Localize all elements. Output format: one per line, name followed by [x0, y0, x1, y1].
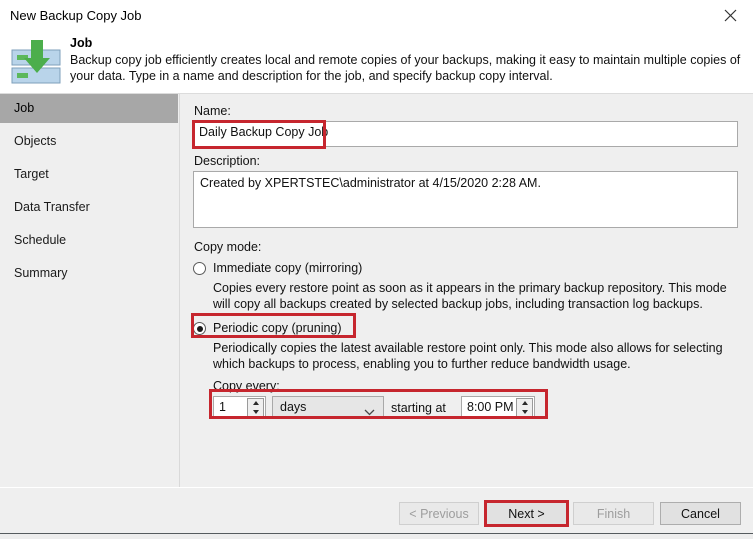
sidebar-item-job[interactable]: Job — [0, 94, 178, 123]
next-button[interactable]: Next > — [486, 502, 567, 525]
periodic-copy-label: Periodic copy (pruning) — [213, 321, 342, 335]
chevron-down-icon[interactable] — [364, 405, 375, 419]
description-input[interactable]: Created by XPERTSTEC\administrator at 4/… — [193, 171, 738, 228]
window-titlebar: New Backup Copy Job — [0, 0, 753, 31]
copy-interval-unit-select[interactable]: days — [272, 396, 384, 419]
previous-button[interactable]: < Previous — [399, 502, 479, 525]
job-settings-pane: Name: Daily Backup Copy Job Description:… — [180, 94, 753, 487]
copy-mode-label: Copy mode: — [194, 240, 262, 254]
start-time-spin-buttons[interactable] — [516, 398, 533, 417]
backup-copy-job-icon — [10, 39, 68, 85]
starting-at-label: starting at — [391, 401, 446, 415]
cancel-button[interactable]: Cancel — [660, 502, 741, 525]
start-time-value: 8:00 PM — [467, 400, 514, 414]
description-label: Description: — [194, 154, 260, 168]
immediate-copy-label: Immediate copy (mirroring) — [213, 261, 363, 275]
sidebar-item-data-transfer[interactable]: Data Transfer — [0, 193, 178, 222]
start-time-stepper[interactable]: 8:00 PM — [461, 396, 535, 419]
start-time-spin-up-icon[interactable] — [517, 399, 532, 408]
start-time-spin-down-icon[interactable] — [517, 408, 532, 417]
copy-interval-unit-value: days — [280, 400, 307, 414]
finish-button[interactable]: Finish — [573, 502, 654, 525]
copy-interval-value: 1 — [219, 400, 226, 414]
name-label: Name: — [194, 104, 231, 118]
name-input[interactable]: Daily Backup Copy Job — [193, 121, 738, 147]
periodic-copy-help: Periodically copies the latest available… — [213, 341, 723, 371]
sidebar-item-target[interactable]: Target — [0, 160, 178, 189]
copy-every-label: Copy every: — [213, 379, 280, 393]
window-title: New Backup Copy Job — [10, 8, 142, 23]
wizard-steps-sidebar: Job Objects Target Data Transfer Schedul… — [0, 94, 180, 487]
sidebar-item-schedule[interactable]: Schedule — [0, 226, 178, 255]
close-icon[interactable] — [707, 0, 753, 31]
immediate-copy-radio[interactable] — [193, 262, 206, 275]
wizard-header: Job Backup copy job efficiently creates … — [0, 31, 753, 93]
periodic-copy-radio[interactable] — [193, 322, 206, 335]
sidebar-item-objects[interactable]: Objects — [0, 127, 178, 156]
periodic-copy-radio-dot — [196, 325, 203, 332]
copy-interval-spin-up-icon[interactable] — [248, 399, 263, 408]
desktop-taskbar-edge — [0, 533, 753, 539]
copy-interval-spin-down-icon[interactable] — [248, 408, 263, 417]
copy-interval-spin-buttons[interactable] — [247, 398, 264, 417]
header-description: Backup copy job efficiently creates loca… — [70, 53, 741, 83]
header-title: Job — [70, 36, 93, 50]
sidebar-item-summary[interactable]: Summary — [0, 259, 178, 288]
copy-interval-stepper[interactable]: 1 — [213, 396, 266, 419]
immediate-copy-help: Copies every restore point as soon as it… — [213, 281, 727, 311]
